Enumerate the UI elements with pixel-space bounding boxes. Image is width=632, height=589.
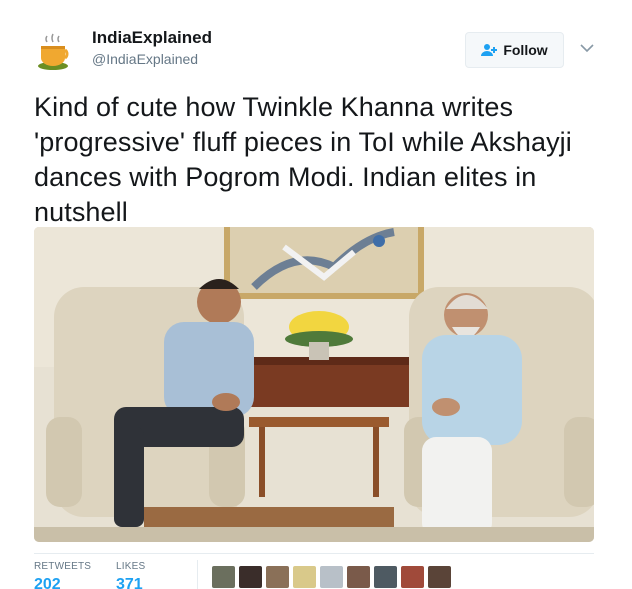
liker-avatar[interactable] bbox=[212, 566, 235, 588]
user-handle[interactable]: @IndiaExplained bbox=[92, 51, 198, 67]
liker-avatar[interactable] bbox=[239, 566, 262, 588]
follow-button[interactable]: Follow bbox=[465, 32, 564, 68]
tweet-text-line: Kind of cute how Twinkle Khanna writes bbox=[34, 92, 514, 122]
add-user-icon bbox=[481, 43, 498, 57]
tweet-stats: RETWEETS 202 LIKES 371 bbox=[34, 553, 594, 589]
liker-avatar[interactable] bbox=[320, 566, 343, 588]
likers-avatars bbox=[212, 566, 451, 588]
liker-avatar[interactable] bbox=[266, 566, 289, 588]
stats-divider bbox=[197, 560, 198, 589]
retweets-stat[interactable]: RETWEETS 202 bbox=[34, 561, 91, 589]
tea-cup-icon bbox=[38, 33, 69, 70]
avatar[interactable] bbox=[36, 32, 74, 72]
liker-avatar[interactable] bbox=[374, 566, 397, 588]
liker-avatar[interactable] bbox=[428, 566, 451, 588]
meeting-photo-image bbox=[34, 227, 594, 542]
tweet-photo[interactable] bbox=[34, 227, 594, 542]
follow-label: Follow bbox=[503, 42, 548, 58]
likes-count: 371 bbox=[116, 576, 143, 589]
tweet-text-line: 'progressive' fluff pieces in ToI while … bbox=[34, 127, 572, 157]
tweet-text-line: nutshell bbox=[34, 197, 128, 227]
likes-stat[interactable]: LIKES 371 bbox=[116, 561, 145, 589]
likes-label: LIKES bbox=[116, 561, 146, 572]
liker-avatar[interactable] bbox=[293, 566, 316, 588]
tweet-card: IndiaExplained @IndiaExplained Follow Ki… bbox=[0, 0, 632, 589]
liker-avatar[interactable] bbox=[347, 566, 370, 588]
liker-avatar[interactable] bbox=[401, 566, 424, 588]
tweet-text-line: dances with Pogrom Modi. Indian elites i… bbox=[34, 162, 537, 192]
chevron-down-icon[interactable] bbox=[580, 40, 594, 53]
retweets-label: RETWEETS bbox=[34, 561, 92, 572]
tweet-text: Kind of cute how Twinkle Khanna writes '… bbox=[34, 90, 604, 230]
retweets-count: 202 bbox=[34, 576, 61, 589]
user-name[interactable]: IndiaExplained bbox=[92, 28, 212, 48]
